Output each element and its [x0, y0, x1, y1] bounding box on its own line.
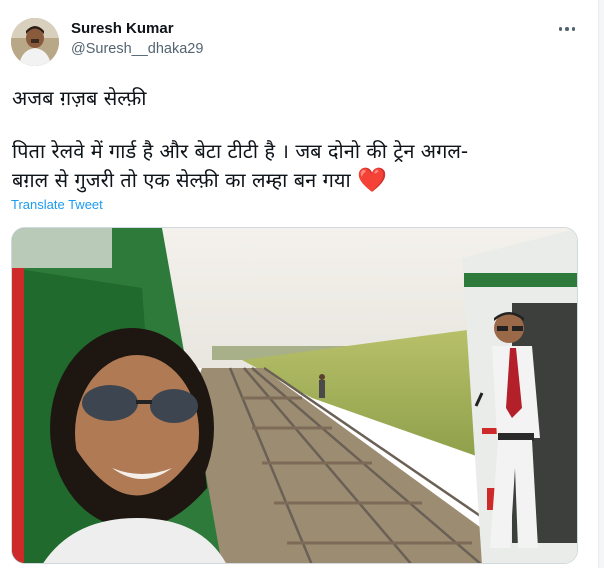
author-name[interactable]: Suresh Kumar — [71, 20, 174, 37]
more-options-button[interactable] — [553, 18, 581, 40]
tweet-body-line-2: बग़ल से गुजरी तो एक सेल्फ़ी का लम्हा बन … — [12, 166, 582, 195]
translate-tweet-link[interactable]: Translate Tweet — [11, 197, 103, 212]
tweet-card[interactable]: Suresh Kumar @Suresh__dhaka29 अजब ग़ज़ब … — [0, 0, 604, 568]
tweet-text: अजब ग़ज़ब सेल्फ़ी पिता रेलवे में गार्ड ह… — [12, 84, 582, 195]
red-heart-icon: ❤️ — [357, 166, 387, 194]
user-avatar-icon — [11, 18, 59, 66]
author-handle[interactable]: @Suresh__dhaka29 — [71, 41, 203, 57]
author-avatar[interactable] — [11, 18, 59, 66]
more-horizontal-icon — [558, 27, 563, 31]
tweet-body-line-2-text: बग़ल से गुजरी तो एक सेल्फ़ी का लम्हा बन … — [12, 168, 351, 192]
scrollbar-track[interactable] — [598, 0, 604, 568]
tweet-body-line-1: पिता रेलवे में गार्ड है और बेटा टीटी है … — [12, 139, 469, 163]
tweet-photo[interactable] — [11, 227, 578, 564]
train-selfie-photo — [12, 228, 577, 563]
tweet-title: अजब ग़ज़ब सेल्फ़ी — [12, 86, 147, 110]
